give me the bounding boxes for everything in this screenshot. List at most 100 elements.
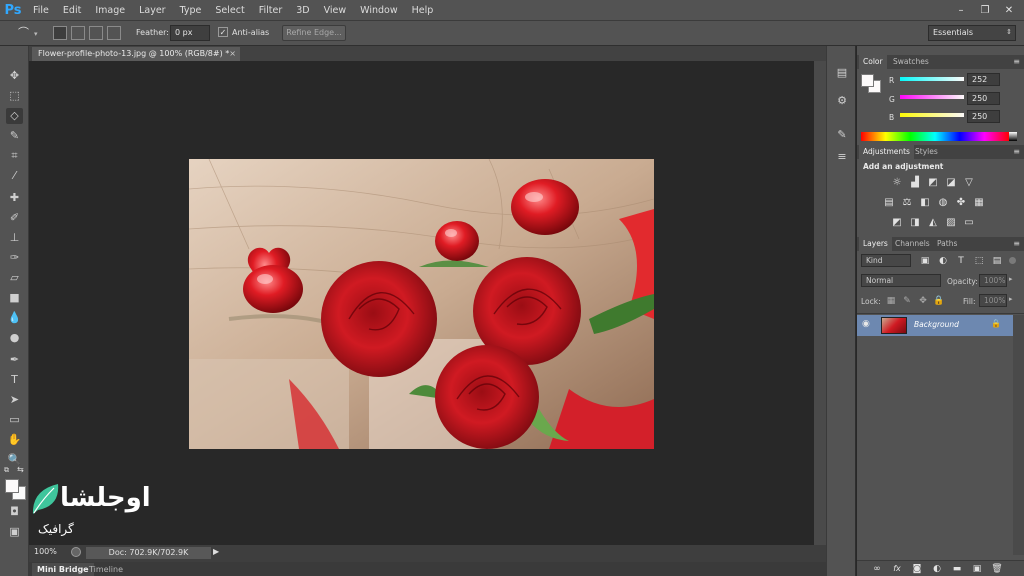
gradient-tool-icon[interactable]: ■ [6,290,23,306]
tab-swatches[interactable]: Swatches [889,55,933,69]
opacity-chevron-icon[interactable]: ▸ [1009,275,1013,283]
new-group-icon[interactable]: ▬ [951,563,963,575]
brush-tool-icon[interactable]: ✐ [6,210,23,226]
document-info[interactable]: Doc: 702.9K/702.9K [86,547,211,559]
black-white-icon[interactable]: ◧ [919,197,931,209]
green-value-input[interactable]: 250 [967,92,1000,105]
screen-mode-icon[interactable]: ▣ [6,524,23,540]
lock-all-icon[interactable]: 🔒 [933,295,945,307]
lock-pixels-icon[interactable]: ✎ [901,295,913,307]
document-tab[interactable]: Flower-profile-photo-13.jpg @ 100% (RGB/… [32,47,240,61]
delete-layer-icon[interactable]: 🗑 [991,563,1003,575]
green-slider[interactable] [900,95,964,99]
blue-slider[interactable] [900,113,964,117]
lock-position-icon[interactable]: ✥ [917,295,929,307]
move-tool-icon[interactable]: ✥ [6,68,23,84]
add-mask-icon[interactable]: ◙ [911,563,923,575]
layer-visibility-eye-icon[interactable]: ◉ [862,319,870,329]
blend-mode-select[interactable]: Normal [861,274,941,287]
zoom-level[interactable]: 100% [34,547,64,556]
menu-select[interactable]: Select [208,0,251,21]
history-panel-icon[interactable]: ▤ [835,66,849,80]
quick-selection-tool-icon[interactable]: ✎ [6,128,23,144]
brush-presets-panel-icon[interactable]: ≡ [835,150,849,164]
menu-file[interactable]: File [26,0,56,21]
lasso-tool-icon[interactable]: ◇ [6,108,23,124]
selective-color-icon[interactable]: ▨ [945,217,957,229]
curves-icon[interactable]: ◩ [927,177,939,189]
layer-kind-filter[interactable]: Kind [861,254,911,267]
menu-window[interactable]: Window [353,0,404,21]
tab-paths[interactable]: Paths [933,237,961,251]
quick-mask-icon[interactable]: ◘ [6,504,23,520]
document-close-icon[interactable]: × [229,47,236,61]
tab-timeline[interactable]: Timeline [84,563,128,576]
menu-filter[interactable]: Filter [252,0,290,21]
shape-filter-icon[interactable]: ⬚ [973,255,985,267]
color-balance-icon[interactable]: ⚖ [901,197,913,209]
color-panel-menu-icon[interactable]: ≡ [1013,55,1020,69]
dodge-tool-icon[interactable]: ● [6,330,23,346]
vertical-scrollbar[interactable] [814,61,826,545]
feather-input[interactable]: 0 px [170,25,210,41]
pen-tool-icon[interactable]: ✒ [6,352,23,368]
gradient-map-icon[interactable]: ▭ [963,217,975,229]
menu-view[interactable]: View [317,0,354,21]
menu-help[interactable]: Help [405,0,441,21]
foreground-color-swatch[interactable] [5,479,19,493]
menu-layer[interactable]: Layer [132,0,173,21]
color-lookup-icon[interactable]: ▦ [973,197,985,209]
invert-icon[interactable]: ◩ [891,217,903,229]
levels-icon[interactable]: ▟ [909,177,921,189]
color-spectrum-ramp[interactable] [861,132,1009,141]
layers-panel-menu-icon[interactable]: ≡ [1013,237,1020,251]
blur-tool-icon[interactable]: 💧 [6,310,23,326]
workspace-select[interactable]: Essentials [928,25,1016,41]
menu-image[interactable]: Image [88,0,132,21]
brightness-contrast-icon[interactable]: ☼ [891,177,903,189]
photoshop-logo[interactable]: Ps [0,0,26,21]
adjustment-filter-icon[interactable]: ◐ [937,255,949,267]
layer-name[interactable]: Background [914,320,959,329]
tab-channels[interactable]: Channels [891,237,934,251]
menu-edit[interactable]: Edit [56,0,88,21]
layers-scrollbar[interactable] [1013,315,1024,555]
polygonal-lasso-preset-icon[interactable]: ⌒ [18,26,32,40]
properties-panel-icon[interactable]: ⚙ [835,94,849,108]
link-layers-icon[interactable]: ∞ [871,563,883,575]
red-slider[interactable] [900,77,964,81]
tab-layers[interactable]: Layers [859,237,892,251]
path-selection-tool-icon[interactable]: ➤ [6,392,23,408]
antialias-checkbox[interactable]: ✓ [218,27,228,37]
posterize-icon[interactable]: ◨ [909,217,921,229]
type-filter-icon[interactable]: T [955,255,967,267]
minimize-button[interactable]: – [952,4,970,18]
pixel-filter-icon[interactable]: ▣ [919,255,931,267]
layer-row[interactable]: ◉ Background 🔒 [857,315,1013,336]
healing-brush-tool-icon[interactable]: ✚ [6,190,23,206]
vibrance-icon[interactable]: ▽ [963,177,975,189]
new-adjustment-layer-icon[interactable]: ◐ [931,563,943,575]
crop-tool-icon[interactable]: ⌗ [6,148,23,164]
close-button[interactable]: ✕ [1000,4,1018,18]
menu-3d[interactable]: 3D [289,0,316,21]
fill-chevron-icon[interactable]: ▸ [1009,295,1013,303]
brush-panel-icon[interactable]: ✎ [835,128,849,142]
tab-styles[interactable]: Styles [911,145,942,159]
tab-color[interactable]: Color [859,55,887,69]
eyedropper-tool-icon[interactable]: ⁄ [6,168,23,184]
color-fg-swatch[interactable] [861,74,874,87]
type-tool-icon[interactable]: T [6,372,23,388]
chevron-down-icon[interactable]: ▾ [34,30,38,38]
filter-toggle[interactable] [1009,257,1016,264]
marquee-tool-icon[interactable]: ⬚ [6,88,23,104]
hue-saturation-icon[interactable]: ▤ [883,197,895,209]
default-colors-icon[interactable]: ⧉ [4,466,12,474]
clone-stamp-tool-icon[interactable]: ⊥ [6,230,23,246]
subtract-from-selection-icon[interactable] [89,26,103,40]
intersect-selection-icon[interactable] [107,26,121,40]
new-selection-icon[interactable] [53,26,67,40]
add-to-selection-icon[interactable] [71,26,85,40]
channel-mixer-icon[interactable]: ✤ [955,197,967,209]
eraser-tool-icon[interactable]: ▱ [6,270,23,286]
